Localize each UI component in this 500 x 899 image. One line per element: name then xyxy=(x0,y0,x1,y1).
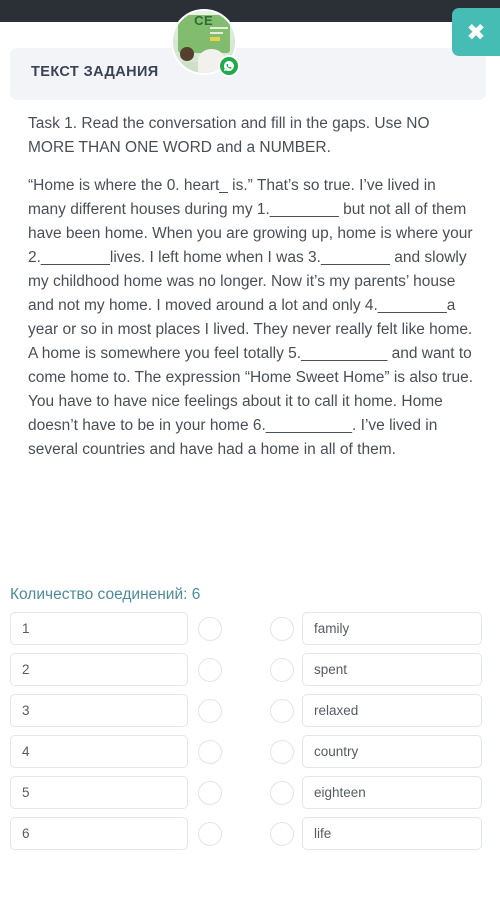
match-right-label: family xyxy=(314,621,350,636)
match-row: 2 spent xyxy=(0,653,500,694)
match-right-label: life xyxy=(314,826,332,841)
match-left-connector[interactable] xyxy=(198,658,222,682)
match-left-item[interactable]: 2 xyxy=(10,653,188,686)
match-right-connector[interactable] xyxy=(270,658,294,682)
task-instruction: Task 1. Read the conversation and fill i… xyxy=(28,115,430,156)
match-left-item[interactable]: 1 xyxy=(10,612,188,645)
match-left-connector[interactable] xyxy=(198,617,222,641)
match-right-connector[interactable] xyxy=(270,699,294,723)
match-right-connector[interactable] xyxy=(270,781,294,805)
match-left-item[interactable]: 5 xyxy=(10,776,188,809)
match-row: 4 country xyxy=(0,735,500,776)
match-left-item[interactable]: 3 xyxy=(10,694,188,727)
avatar-photo-person-head xyxy=(180,46,195,61)
match-right-label: country xyxy=(314,744,359,759)
match-row: 6 life xyxy=(0,817,500,858)
match-left-connector[interactable] xyxy=(198,822,222,846)
match-row: 3 relaxed xyxy=(0,694,500,735)
match-row: 5 eighteen xyxy=(0,776,500,817)
match-right-item[interactable]: spent xyxy=(302,653,482,686)
match-right-connector[interactable] xyxy=(270,740,294,764)
close-icon: ✖ xyxy=(466,18,486,45)
avatar-photo-line xyxy=(210,32,223,35)
browser-top-bar xyxy=(0,0,500,22)
match-right-item[interactable]: country xyxy=(302,735,482,768)
match-right-connector[interactable] xyxy=(270,617,294,641)
avatar-photo-lines xyxy=(210,27,228,43)
avatar[interactable]: CE xyxy=(171,9,240,77)
matching-area: 1 family 2 spent 3 relaxed 4 country 5 eighteen 6 l… xyxy=(0,612,500,858)
close-button[interactable]: ✖ xyxy=(452,8,500,56)
match-right-item[interactable]: life xyxy=(302,817,482,850)
match-left-label: 5 xyxy=(22,785,30,800)
connections-count-label: Количество соединений: 6 xyxy=(10,586,201,603)
match-left-item[interactable]: 4 xyxy=(10,735,188,768)
match-right-connector[interactable] xyxy=(270,822,294,846)
match-left-label: 1 xyxy=(22,621,30,636)
match-left-connector[interactable] xyxy=(198,740,222,764)
task-passage: “Home is where the 0. heart_ is.” That’s… xyxy=(28,177,474,458)
task-text: Task 1. Read the conversation and fill i… xyxy=(28,112,474,462)
match-right-label: spent xyxy=(314,662,348,677)
task-header-card: ТЕКСТ ЗАДАНИЯ xyxy=(10,48,486,100)
page-title: ТЕКСТ ЗАДАНИЯ xyxy=(31,64,159,80)
match-left-connector[interactable] xyxy=(198,781,222,805)
match-right-label: relaxed xyxy=(314,703,359,718)
match-left-connector[interactable] xyxy=(198,699,222,723)
match-left-label: 4 xyxy=(22,744,30,759)
match-right-item[interactable]: family xyxy=(302,612,482,645)
avatar-photo-text: CE xyxy=(194,12,214,28)
match-row: 1 family xyxy=(0,612,500,653)
match-right-item[interactable]: eighteen xyxy=(302,776,482,809)
match-right-label: eighteen xyxy=(314,785,366,800)
match-left-item[interactable]: 6 xyxy=(10,817,188,850)
match-left-label: 2 xyxy=(22,662,30,677)
avatar-photo-line xyxy=(210,37,220,42)
whatsapp-icon xyxy=(218,55,240,77)
avatar-photo-line xyxy=(210,27,228,30)
match-left-label: 6 xyxy=(22,826,30,841)
match-left-label: 3 xyxy=(22,703,30,718)
match-right-item[interactable]: relaxed xyxy=(302,694,482,727)
